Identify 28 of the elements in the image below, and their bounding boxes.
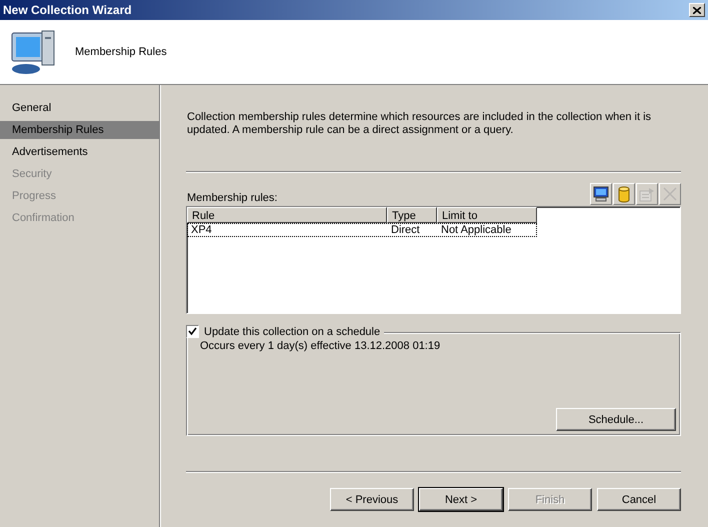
page-title: Membership Rules (75, 46, 167, 58)
table-cell-text: Not Applicable (440, 223, 512, 237)
schedule-button[interactable]: Schedule... (556, 408, 676, 431)
close-button[interactable] (689, 3, 705, 17)
close-icon (693, 6, 701, 14)
delete-icon (663, 187, 677, 201)
sidebar-item[interactable]: Membership Rules (0, 121, 159, 139)
column-header[interactable]: Type (387, 207, 437, 223)
monitor-icon (593, 186, 609, 202)
table-cell-text: XP4 (190, 223, 213, 237)
toolbar-button[interactable] (590, 183, 612, 205)
column-header[interactable]: Limit to (437, 207, 537, 223)
properties-icon (639, 186, 655, 202)
wizard-button[interactable]: < Previous (330, 488, 414, 511)
window-title: New Collection Wizard (3, 3, 132, 17)
cylinder-icon (618, 186, 630, 202)
toolbar-button[interactable] (613, 183, 635, 205)
column-header[interactable]: Rule (187, 207, 387, 223)
table-cell-text: Direct (390, 223, 421, 237)
schedule-description: Occurs every 1 day(s) effective 13.12.2008 01:19 (200, 340, 442, 352)
sidebar-item[interactable]: General (0, 99, 159, 117)
schedule-checkbox[interactable] (186, 325, 199, 338)
wizard-button[interactable]: Next > (419, 488, 503, 511)
wizard-button[interactable]: Cancel (597, 488, 681, 511)
description-text: Collection membership rules determine which resources are included in the collection when it is updated. A membership rule can be a direct assignment or a query. (186, 111, 652, 137)
sidebar-item[interactable]: Advertisements (0, 143, 159, 161)
table-row[interactable]: XP4 Direct Not Applicable (187, 223, 537, 237)
rules-label: Membership rules: (186, 192, 278, 204)
